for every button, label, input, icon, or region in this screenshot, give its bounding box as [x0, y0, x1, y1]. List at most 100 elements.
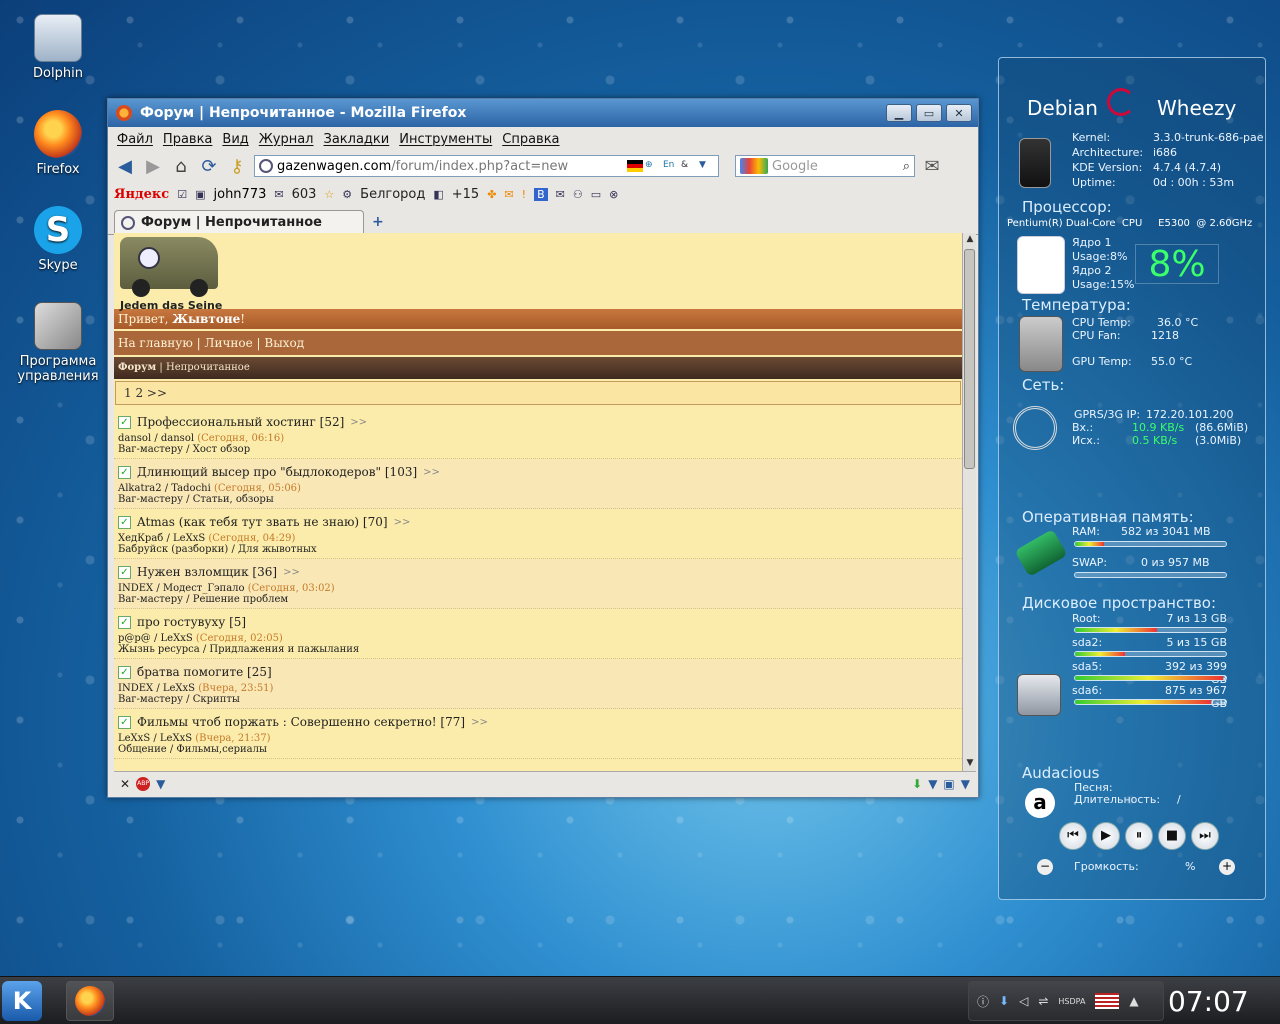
window-titlebar[interactable]: Форум | Непрочитанное - Mozilla Firefox … [108, 99, 978, 127]
traffic-icon[interactable]: ✤ [487, 188, 496, 201]
maximize-button[interactable]: ▭ [916, 104, 942, 122]
desktop-icon-dolphin[interactable]: Dolphin [8, 14, 108, 81]
clock[interactable]: 07:07 [1168, 985, 1249, 1018]
topic-last-page-link[interactable]: >> [350, 417, 367, 428]
mail-icon[interactable]: ✉ [274, 188, 283, 201]
mail-icon[interactable]: ✉ [556, 188, 565, 201]
yandex-city[interactable]: Белгород [360, 187, 425, 202]
vertical-scrollbar[interactable]: ▲ ▼ [962, 233, 976, 771]
topic-authors[interactable]: INDEX / LeXxS [118, 683, 195, 694]
topic-title[interactable]: Фильмы чтоб поржать : Совершенно секретн… [137, 715, 465, 729]
topic-authors[interactable]: Alkatra2 / Tadochi [118, 483, 211, 494]
info-icon[interactable]: ⓘ [977, 993, 989, 1010]
topic-category[interactable]: Жызнь ресурса / Придлажения и пажылания [118, 644, 958, 655]
minimize-button[interactable]: ▁ [886, 104, 912, 122]
audacious-icon[interactable]: a [1025, 788, 1055, 818]
topic-authors[interactable]: LeXxS / LeXxS [118, 733, 192, 744]
taskbar-firefox-button[interactable] [66, 981, 114, 1021]
us-flag-icon[interactable] [1095, 993, 1120, 1009]
topic-category[interactable]: Общение / Фильмы,сериалы [118, 744, 958, 755]
scroll-thumb[interactable] [964, 249, 975, 469]
tab-forum-unread[interactable]: Форум | Непрочитанное [114, 210, 364, 234]
german-flag-icon[interactable] [627, 160, 643, 172]
scroll-up-icon[interactable]: ▲ [964, 234, 976, 246]
topic-title[interactable]: Нужен взломщик [36] [137, 565, 277, 579]
menu-bookmarks[interactable]: Закладки [324, 132, 390, 147]
home-icon[interactable]: ⌂ [170, 155, 192, 177]
key-icon[interactable]: ⚷ [226, 155, 248, 177]
play-button[interactable]: ▶ [1092, 822, 1120, 850]
user-icon[interactable]: ▣ [195, 188, 205, 201]
forum-nav-links[interactable]: На главную | Личное | Выход [114, 331, 962, 355]
menu-tools[interactable]: Инструменты [399, 132, 492, 147]
dropdown-arrow-icon[interactable]: ▼ [699, 160, 715, 172]
topic-category[interactable]: Ваг-мастеру / Скрипты [118, 694, 958, 705]
scroll-down-icon[interactable]: ▼ [964, 758, 976, 770]
url-bar[interactable]: gazenwagen.com /forum/index.php?act=new … [254, 155, 719, 177]
screenshot-icon[interactable]: ▣ [943, 777, 954, 791]
topic-category[interactable]: Ваг-мастеру / Хост обзор [118, 444, 958, 455]
translate-icon[interactable]: ⊕ [645, 160, 661, 172]
pagination[interactable]: 1 2 >> [115, 381, 961, 405]
topic-last-page-link[interactable]: >> [471, 717, 488, 728]
desktop-icon-control-panel[interactable]: Программа управления [8, 302, 108, 384]
topic-last-page-link[interactable]: >> [394, 517, 411, 528]
topic-last-page-link[interactable]: >> [283, 567, 300, 578]
google-icon[interactable] [740, 158, 768, 174]
greeting-user[interactable]: Жывтоне [172, 312, 240, 326]
forum-logo[interactable]: Jedem das Seine [114, 233, 962, 312]
topic-title[interactable]: Длинющий высер про "быдлокодеров" [103] [137, 465, 417, 479]
volume-down-icon[interactable]: − [1037, 859, 1053, 875]
pause-button[interactable]: ⏸ [1125, 822, 1153, 850]
yandex-user[interactable]: john773 [214, 187, 267, 202]
usb-icon[interactable]: ⇌ [1038, 994, 1048, 1008]
adblock-icon[interactable]: ABP [136, 776, 151, 791]
language-icon[interactable]: En [663, 160, 679, 172]
download-icon[interactable]: ⬇ [999, 994, 1009, 1008]
yandex-logo[interactable]: Яндекс [114, 187, 169, 202]
topic-title[interactable]: Профессиональный хостинг [52] [137, 415, 344, 429]
topic-category[interactable]: Бабруйск (разборки) / Для жывотных [118, 544, 958, 555]
volume-icon[interactable]: ◁ [1019, 994, 1028, 1008]
download-icon[interactable]: ⬇ [912, 777, 922, 791]
vk-icon[interactable]: B [534, 187, 548, 201]
topic-title[interactable]: братва помогите [25] [137, 665, 272, 679]
envelope-icon[interactable]: ✉ [504, 188, 513, 201]
topic-category[interactable]: Ваг-мастеру / Решение проблем [118, 594, 958, 605]
close-button[interactable]: ✕ [946, 104, 972, 122]
desktop-icon-skype[interactable]: S Skype [8, 206, 108, 273]
dropdown-arrow-icon[interactable]: ▼ [156, 777, 165, 791]
topic-title[interactable]: Atmas (как тебя тут звать не знаю) [70] [137, 515, 388, 529]
breadcrumb-forum[interactable]: Форум [118, 362, 156, 373]
star-icon[interactable]: ☆ [324, 188, 334, 201]
window-icon[interactable]: ▭ [591, 188, 601, 201]
menu-help[interactable]: Справка [502, 132, 559, 147]
kde-menu-button[interactable]: K [2, 981, 42, 1021]
dropdown-arrow-icon[interactable]: ▼ [928, 777, 937, 791]
topic-authors[interactable]: p@p@ / LeXxS [118, 633, 193, 644]
search-bar[interactable]: Google ⌕ [735, 155, 915, 177]
yandex-mail-count[interactable]: 603 [292, 187, 317, 202]
desktop-icon-firefox[interactable]: Firefox [8, 110, 108, 177]
forward-arrow-icon[interactable]: ▶ [142, 155, 164, 177]
topic-authors[interactable]: INDEX / Модест_Гэпало [118, 583, 245, 594]
person-icon[interactable]: ⚇ [573, 188, 583, 201]
addon-icon[interactable]: ✉ [921, 155, 943, 177]
menu-view[interactable]: Вид [222, 132, 248, 147]
menu-edit[interactable]: Правка [163, 132, 212, 147]
reload-icon[interactable]: ⟳ [198, 155, 220, 177]
yandex-weather[interactable]: +15 [452, 187, 479, 202]
volume-up-icon[interactable]: + [1219, 859, 1235, 875]
topic-last-page-link[interactable]: >> [423, 467, 440, 478]
tray-expand-icon[interactable]: ▲ [1129, 994, 1138, 1008]
gear-icon[interactable]: ⚙ [342, 188, 352, 201]
new-tab-button[interactable]: + [372, 214, 384, 230]
settings-icon[interactable]: ⊗ [609, 188, 618, 201]
menu-history[interactable]: Журнал [259, 132, 314, 147]
checkmark-icon[interactable]: ☑ [177, 188, 187, 201]
site-identity-icon[interactable] [259, 159, 273, 173]
menu-file[interactable]: Файл [117, 132, 153, 147]
alert-icon[interactable]: ! [522, 188, 526, 201]
topic-category[interactable]: Ваг-мастеру / Статьи, обзоры [118, 494, 958, 505]
dropdown-arrow-icon[interactable]: ▼ [961, 777, 970, 791]
